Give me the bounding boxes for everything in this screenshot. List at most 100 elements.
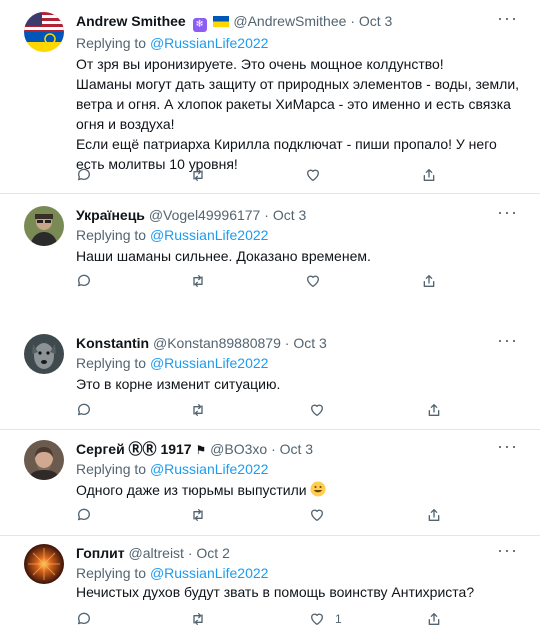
tweet-header: Сергей ⓇⓇ 1917 ⚑ @BO3xo · Oct 3 bbox=[76, 440, 313, 459]
author-name[interactable]: Konstantin bbox=[76, 335, 149, 351]
tweet-date[interactable]: Oct 2 bbox=[196, 545, 229, 561]
avatar-person-image bbox=[24, 440, 64, 480]
tweet-actions bbox=[76, 272, 436, 290]
avatar[interactable] bbox=[24, 440, 64, 480]
author-name[interactable]: Сергей ⓇⓇ 1917 bbox=[76, 441, 192, 457]
retweet-icon bbox=[193, 509, 203, 521]
share-button[interactable] bbox=[426, 401, 442, 419]
replying-to-link[interactable]: @RussianLife2022 bbox=[150, 565, 269, 581]
tweet-date[interactable]: Oct 3 bbox=[359, 13, 392, 29]
share-icon bbox=[423, 169, 435, 181]
tweet-text-line: Это в корне изменит ситуацию. bbox=[76, 376, 281, 392]
replying-to: Replying to @RussianLife2022 bbox=[76, 564, 268, 582]
more-options-icon[interactable]: ··· bbox=[497, 202, 518, 223]
retweet-button[interactable] bbox=[190, 272, 206, 290]
avatar[interactable] bbox=[24, 334, 64, 374]
heart-icon bbox=[311, 404, 323, 416]
retweet-icon bbox=[193, 613, 203, 625]
avatar-flags-image bbox=[24, 12, 64, 52]
reply-button[interactable] bbox=[76, 401, 92, 419]
replying-to: Replying to @RussianLife2022 bbox=[76, 34, 268, 52]
tweet-actions bbox=[76, 166, 436, 184]
reply-button[interactable] bbox=[76, 610, 92, 628]
retweet-button[interactable] bbox=[190, 610, 206, 628]
author-handle[interactable]: @altreist bbox=[129, 545, 184, 561]
ukraine-flag-icon bbox=[213, 16, 230, 27]
like-button[interactable]: 1 bbox=[309, 610, 342, 628]
reply-button[interactable] bbox=[76, 272, 92, 290]
tweet[interactable]: Andrew Smithee ❄ @AndrewSmithee · Oct 3 … bbox=[0, 0, 540, 194]
replying-to-link[interactable]: @RussianLife2022 bbox=[150, 35, 269, 51]
heart-icon bbox=[311, 509, 323, 521]
replying-label: Replying to bbox=[76, 227, 147, 243]
tweet-header: Konstantin @Konstan89880879 · Oct 3 bbox=[76, 334, 327, 352]
tweet-text: Одного даже из тюрьмы выпустили bbox=[76, 480, 520, 502]
avatar-dog-image bbox=[24, 334, 64, 374]
avatar[interactable] bbox=[24, 544, 64, 584]
share-icon bbox=[428, 404, 440, 416]
tweet-date[interactable]: Oct 3 bbox=[280, 441, 313, 457]
tweet[interactable]: Сергей ⓇⓇ 1917 ⚑ @BO3xo · Oct 3 ··· Repl… bbox=[0, 430, 540, 536]
replying-label: Replying to bbox=[76, 461, 147, 477]
author-handle[interactable]: @AndrewSmithee bbox=[233, 13, 346, 29]
like-button[interactable] bbox=[305, 272, 331, 290]
author-name[interactable]: Гоплит bbox=[76, 545, 125, 561]
avatar[interactable] bbox=[24, 12, 64, 52]
tweet-actions bbox=[76, 506, 440, 524]
reply-icon bbox=[77, 168, 90, 181]
replying-to-link[interactable]: @RussianLife2022 bbox=[150, 461, 269, 477]
reply-button[interactable] bbox=[76, 166, 92, 184]
more-options-icon[interactable]: ··· bbox=[497, 330, 518, 351]
tweet-header: Українець @Vogel49996177 · Oct 3 bbox=[76, 206, 306, 224]
author-name[interactable]: Українець bbox=[76, 207, 145, 223]
author-name[interactable]: Andrew Smithee bbox=[76, 13, 186, 29]
snowflake-icon: ❄ bbox=[192, 18, 207, 32]
tweet-text: От зря вы иронизируете. Это очень мощное… bbox=[76, 54, 520, 174]
replying-to: Replying to @RussianLife2022 bbox=[76, 354, 268, 372]
separator-dot: · bbox=[187, 545, 193, 561]
more-options-icon[interactable]: ··· bbox=[497, 540, 518, 561]
retweet-icon bbox=[193, 404, 203, 416]
heart-icon bbox=[307, 275, 319, 287]
retweet-button[interactable] bbox=[190, 506, 206, 524]
retweet-icon bbox=[193, 275, 203, 287]
separator-dot: · bbox=[284, 335, 290, 351]
tweet-actions bbox=[76, 401, 440, 419]
like-button[interactable] bbox=[305, 166, 331, 184]
tweet[interactable]: Konstantin @Konstan89880879 · Oct 3 ··· … bbox=[0, 322, 540, 430]
more-options-icon[interactable]: ··· bbox=[497, 436, 518, 457]
flag-icon: ⚑ bbox=[195, 443, 207, 457]
tweet-text: Это в корне изменит ситуацию. bbox=[76, 374, 520, 394]
author-handle[interactable]: @BO3xo bbox=[210, 441, 267, 457]
tweet-text-line: От зря вы иронизируете. Это очень мощное… bbox=[76, 56, 444, 72]
share-button[interactable] bbox=[426, 506, 442, 524]
heart-icon bbox=[311, 613, 323, 625]
share-button[interactable] bbox=[421, 272, 437, 290]
retweet-button[interactable] bbox=[190, 401, 206, 419]
author-handle[interactable]: @Vogel49996177 bbox=[149, 207, 261, 223]
reply-button[interactable] bbox=[76, 506, 92, 524]
share-button[interactable] bbox=[426, 610, 442, 628]
share-icon bbox=[428, 509, 440, 521]
like-button[interactable] bbox=[309, 506, 335, 524]
replying-to: Replying to @RussianLife2022 bbox=[76, 460, 268, 478]
avatar[interactable] bbox=[24, 206, 64, 246]
tweet[interactable]: Гоплит @altreist · Oct 2 ··· Replying to… bbox=[0, 536, 540, 640]
share-icon bbox=[428, 613, 440, 625]
reply-icon bbox=[77, 612, 90, 625]
replying-to-link[interactable]: @RussianLife2022 bbox=[150, 355, 269, 371]
tweet-text: Нечистых духов будут звать в помощь воин… bbox=[76, 582, 520, 602]
replying-to-link[interactable]: @RussianLife2022 bbox=[150, 227, 269, 243]
tweet-date[interactable]: Oct 3 bbox=[273, 207, 306, 223]
replying-to: Replying to @RussianLife2022 bbox=[76, 226, 268, 244]
tweet[interactable]: Українець @Vogel49996177 · Oct 3 ··· Rep… bbox=[0, 194, 540, 302]
like-button[interactable] bbox=[309, 401, 335, 419]
tweet-header: Andrew Smithee ❄ @AndrewSmithee · Oct 3 bbox=[76, 12, 392, 32]
share-button[interactable] bbox=[421, 166, 437, 184]
separator-dot: · bbox=[271, 441, 276, 457]
author-handle[interactable]: @Konstan89880879 bbox=[153, 335, 281, 351]
reply-icon bbox=[77, 508, 90, 521]
retweet-button[interactable] bbox=[190, 166, 206, 184]
more-options-icon[interactable]: ··· bbox=[497, 8, 518, 29]
tweet-date[interactable]: Oct 3 bbox=[293, 335, 326, 351]
